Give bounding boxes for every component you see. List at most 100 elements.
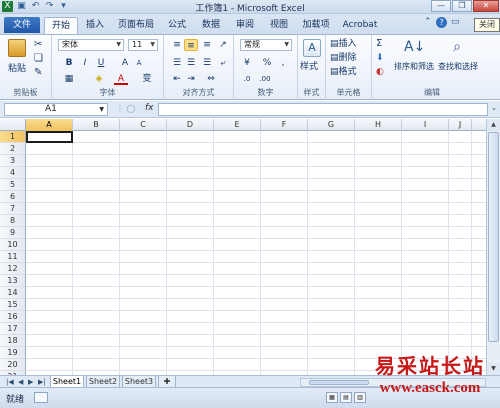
styles-icon[interactable]: A — [303, 39, 321, 57]
row-header-18[interactable]: 18 — [0, 335, 26, 347]
paste-icon[interactable] — [8, 39, 26, 57]
vertical-scrollbar[interactable]: ▲ ▼ — [486, 119, 500, 375]
row-header-19[interactable]: 19 — [0, 347, 26, 359]
styles-button[interactable]: 样式 — [300, 61, 318, 73]
help-icon[interactable]: ? — [436, 17, 447, 28]
format-cells-button[interactable]: ▤格式 — [330, 66, 357, 78]
column-header-g[interactable]: G — [308, 119, 355, 131]
column-header-d[interactable]: D — [167, 119, 214, 131]
tab-review[interactable]: 审阅 — [232, 17, 258, 34]
row-header-12[interactable]: 12 — [0, 263, 26, 275]
italic-button[interactable]: I — [78, 57, 92, 69]
tab-acrobat[interactable]: Acrobat — [340, 17, 380, 34]
sort-filter-button[interactable]: 排序和筛选 — [394, 61, 434, 73]
scroll-up-icon[interactable]: ▲ — [487, 119, 500, 131]
align-bottom-icon[interactable]: ≡ — [200, 39, 214, 51]
cut-icon[interactable]: ✂ — [34, 39, 42, 51]
column-header-b[interactable]: B — [73, 119, 120, 131]
macro-record-icon[interactable] — [34, 392, 48, 403]
font-size-select[interactable]: 11 ▼ — [128, 39, 158, 51]
row-header-8[interactable]: 8 — [0, 215, 26, 227]
formula-input[interactable] — [158, 103, 488, 116]
decrease-decimal-icon[interactable]: .00 — [258, 73, 272, 85]
align-center-icon[interactable]: ☰ — [184, 57, 198, 69]
tab-home[interactable]: 开始 — [44, 17, 78, 34]
phonetic-button[interactable]: 变 — [140, 73, 154, 85]
row-header-15[interactable]: 15 — [0, 299, 26, 311]
format-painter-icon[interactable]: ✎ — [34, 67, 42, 79]
align-right-icon[interactable]: ☰ — [200, 57, 214, 69]
worksheet-grid[interactable]: ABCDEFGHIJ 1 2 3 4 5 6 7 8 9 10 11 12 13 14 15 16 17 18 19… — [0, 119, 486, 375]
column-header-c[interactable]: C — [120, 119, 167, 131]
workbook-minimize-icon[interactable]: ▭ — [451, 17, 460, 27]
shrink-font-button[interactable]: A — [132, 57, 146, 69]
minimize-button[interactable]: — — [431, 0, 451, 12]
find-select-button[interactable]: 查找和选择 — [438, 61, 478, 73]
tab-page-layout[interactable]: 页面布局 — [114, 17, 158, 34]
normal-view-icon[interactable]: ▦ — [326, 392, 338, 403]
row-header-9[interactable]: 9 — [0, 227, 26, 239]
grow-font-button[interactable]: A — [118, 57, 132, 69]
row-header-17[interactable]: 17 — [0, 323, 26, 335]
select-all-corner[interactable] — [0, 119, 26, 131]
find-select-icon[interactable]: ⌕ — [448, 38, 466, 56]
font-name-select[interactable]: 宋体 ▼ — [58, 39, 124, 51]
column-header-a[interactable]: A — [26, 119, 73, 131]
restore-button[interactable]: ❐ — [452, 0, 472, 12]
autosum-button[interactable]: Σ — [376, 38, 382, 50]
insert-cells-button[interactable]: ▤插入 — [330, 38, 357, 50]
row-header-7[interactable]: 7 — [0, 203, 26, 215]
clear-icon[interactable]: ◐ — [376, 66, 384, 78]
vertical-scroll-thumb[interactable] — [488, 132, 499, 342]
align-left-icon[interactable]: ☰ — [170, 57, 184, 69]
row-header-13[interactable]: 13 — [0, 275, 26, 287]
column-header-j[interactable]: J — [449, 119, 472, 131]
increase-decimal-icon[interactable]: .0 — [240, 73, 254, 85]
row-header-16[interactable]: 16 — [0, 311, 26, 323]
wrap-text-icon[interactable]: ⤶ — [216, 57, 230, 69]
number-format-select[interactable]: 常规 ▼ — [240, 39, 292, 51]
insert-function-button[interactable]: fx — [145, 103, 154, 113]
row-header-6[interactable]: 6 — [0, 191, 26, 203]
column-header-e[interactable]: E — [214, 119, 261, 131]
name-box[interactable]: A1 ▼ — [4, 103, 108, 116]
paste-button[interactable]: 粘贴 — [8, 63, 26, 75]
tab-data[interactable]: 数据 — [198, 17, 224, 34]
tab-formulas[interactable]: 公式 — [164, 17, 190, 34]
row-header-1[interactable]: 1 — [0, 131, 26, 143]
row-header-4[interactable]: 4 — [0, 167, 26, 179]
row-header-14[interactable]: 14 — [0, 287, 26, 299]
column-header-i[interactable]: I — [402, 119, 449, 131]
orientation-icon[interactable]: ↗ — [216, 39, 230, 51]
minimize-ribbon-icon[interactable]: ⌃ — [424, 17, 432, 27]
row-header-2[interactable]: 2 — [0, 143, 26, 155]
close-button[interactable]: ✕ — [473, 0, 499, 12]
font-color-button[interactable]: A — [114, 73, 128, 85]
column-header-f[interactable]: F — [261, 119, 308, 131]
page-layout-view-icon[interactable]: ▤ — [340, 392, 352, 403]
row-header-20[interactable]: 20 — [0, 359, 26, 371]
tab-addins[interactable]: 加载项 — [298, 17, 334, 34]
tab-insert[interactable]: 插入 — [82, 17, 108, 34]
row-header-3[interactable]: 3 — [0, 155, 26, 167]
active-cell[interactable] — [26, 131, 73, 143]
row-header-10[interactable]: 10 — [0, 239, 26, 251]
underline-button[interactable]: U — [94, 57, 108, 69]
percent-button[interactable]: % — [260, 57, 274, 69]
tab-file[interactable]: 文件 — [4, 17, 40, 33]
currency-icon[interactable]: ¥ — [240, 57, 254, 69]
tab-view[interactable]: 视图 — [266, 17, 292, 34]
comma-button[interactable]: , — [276, 57, 290, 69]
row-header-5[interactable]: 5 — [0, 179, 26, 191]
increase-indent-icon[interactable]: ⇥ — [184, 73, 198, 85]
decrease-indent-icon[interactable]: ⇤ — [170, 73, 184, 85]
bold-button[interactable]: B — [62, 57, 76, 69]
fill-color-icon[interactable]: ◈ — [92, 73, 106, 85]
column-header-h[interactable]: H — [355, 119, 402, 131]
delete-cells-button[interactable]: ▤删除 — [330, 52, 357, 64]
merge-center-icon[interactable]: ⇔ — [204, 73, 218, 85]
fill-icon[interactable]: ⬇ — [376, 52, 384, 64]
row-header-11[interactable]: 11 — [0, 251, 26, 263]
borders-icon[interactable]: ▦ — [62, 73, 76, 85]
copy-icon[interactable]: ❏ — [34, 53, 43, 65]
